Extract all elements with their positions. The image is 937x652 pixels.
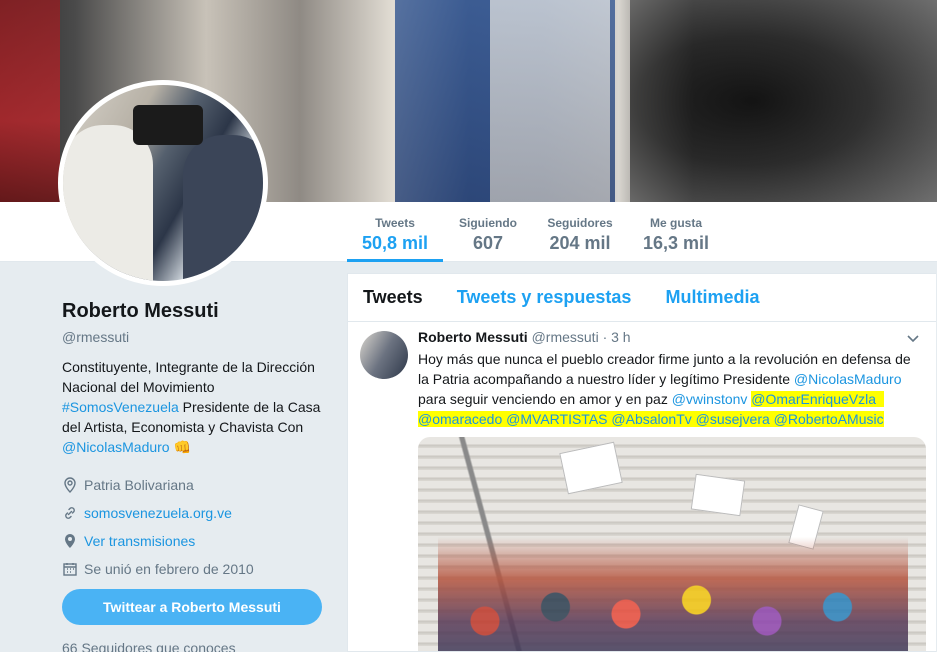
nav-likes[interactable]: Me gusta 16,3 mil	[636, 202, 716, 262]
nav-following[interactable]: Siguiendo 607	[452, 202, 524, 262]
mention-link[interactable]: @AbsalonTv	[611, 411, 691, 427]
profile-card: Roberto Messuti @rmessuti Constituyente,…	[62, 300, 332, 583]
profile-avatar[interactable]	[58, 80, 268, 286]
joined-row: Se unió en febrero de 2010	[62, 555, 332, 583]
chevron-down-icon[interactable]	[906, 331, 920, 345]
mention-link[interactable]: @MVARTISTAS	[506, 411, 607, 427]
bio-text: Constituyente, Integrante de la Direcció…	[62, 359, 315, 395]
tab-tweets[interactable]: Tweets	[363, 287, 423, 308]
tweet[interactable]: Roberto Messuti @rmessuti · 3 h Hoy más …	[348, 323, 936, 651]
mention-link[interactable]: @NicolasMaduro	[62, 439, 170, 455]
followers-you-know[interactable]: 66 Seguidores que conoces	[62, 640, 236, 652]
location-row: Patria Bolivariana	[62, 471, 332, 499]
mention-link[interactable]: @RobertoAMusic	[774, 411, 884, 427]
tweet-author-handle[interactable]: @rmessuti	[532, 329, 599, 345]
nav-followers[interactable]: Seguidores 204 mil	[540, 202, 620, 262]
timeline-tabs: Tweets Tweets y respuestas Multimedia	[348, 274, 936, 322]
website-link[interactable]: somosvenezuela.org.ve	[84, 505, 232, 521]
tweet-avatar[interactable]	[360, 331, 408, 379]
nav-label: Siguiendo	[459, 216, 517, 230]
nav-value: 50,8 mil	[361, 233, 429, 253]
nav-label: Me gusta	[649, 216, 702, 230]
nav-value: 16,3 mil	[642, 233, 710, 253]
profile-handle[interactable]: @rmessuti	[62, 329, 332, 345]
nav-tweets[interactable]: Tweets 50,8 mil	[347, 202, 443, 262]
tweet-time[interactable]: · 3 h	[603, 329, 631, 345]
mention-link[interactable]: @NicolasMaduro	[794, 371, 902, 387]
location-pin-icon	[64, 477, 76, 493]
tweet-text-part: para seguir venciendo en amor y en paz	[418, 391, 672, 407]
profile-meta: Patria Bolivariana somosvenezuela.org.ve…	[62, 471, 332, 583]
tweet-author-name[interactable]: Roberto Messuti	[418, 329, 528, 345]
mention-link[interactable]: @susejvera	[696, 411, 770, 427]
hashtag-link[interactable]: #SomosVenezuela	[62, 399, 179, 415]
tab-media[interactable]: Multimedia	[665, 287, 759, 308]
nav-value: 204 mil	[549, 233, 611, 253]
profile-bio: Constituyente, Integrante de la Direcció…	[62, 357, 332, 457]
location-text: Patria Bolivariana	[84, 477, 194, 493]
tab-tweets-replies[interactable]: Tweets y respuestas	[457, 287, 632, 308]
mention-link-highlighted[interactable]: @OmarEnriqueVzla	[751, 391, 876, 407]
mention-link[interactable]: @vwinstonv	[672, 391, 748, 407]
live-broadcasts-link[interactable]: Ver transmisiones	[84, 533, 195, 549]
nav-label: Seguidores	[547, 216, 613, 230]
timeline: Tweets Tweets y respuestas Multimedia Ro…	[347, 273, 936, 652]
profile-name[interactable]: Roberto Messuti	[62, 300, 332, 323]
fist-emoji: 👊	[173, 439, 191, 455]
website-row: somosvenezuela.org.ve	[62, 499, 332, 527]
calendar-icon	[63, 563, 77, 576]
location-solid-icon	[65, 534, 75, 548]
nav-label: Tweets	[375, 216, 415, 230]
tweet-photo[interactable]	[418, 437, 926, 651]
tweet-text: Hoy más que nunca el pueblo creador firm…	[418, 349, 918, 429]
tweet-to-button[interactable]: Twittear a Roberto Messuti	[62, 589, 322, 625]
tweet-header: Roberto Messuti @rmessuti · 3 h	[418, 329, 631, 345]
link-icon	[65, 507, 75, 519]
nav-value: 607	[472, 233, 504, 253]
joined-text: Se unió en febrero de 2010	[84, 561, 254, 577]
live-row: Ver transmisiones	[62, 527, 332, 555]
mention-link[interactable]: @omaracedo	[418, 411, 502, 427]
